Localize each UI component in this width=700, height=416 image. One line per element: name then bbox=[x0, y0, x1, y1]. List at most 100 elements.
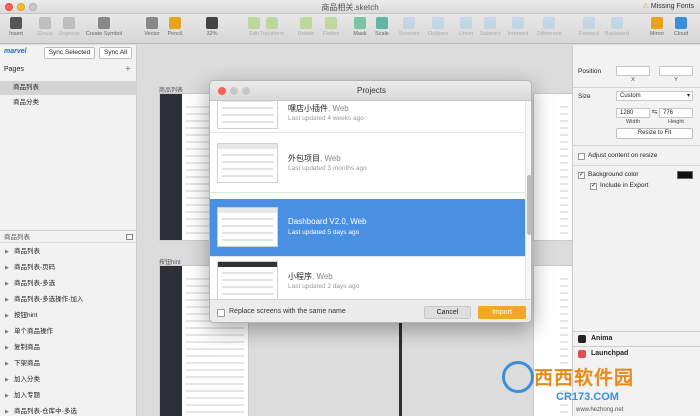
mirror-icon bbox=[651, 17, 663, 29]
toolbar-label: Scissors bbox=[398, 31, 420, 37]
artboard[interactable] bbox=[533, 93, 572, 241]
collapse-layers-icon[interactable] bbox=[126, 234, 133, 240]
disclosure-triangle-icon[interactable]: ▶ bbox=[5, 340, 9, 356]
layer-item[interactable]: ▶ 复制商品 bbox=[0, 340, 137, 356]
import-button[interactable]: Import bbox=[478, 306, 526, 319]
toolbar-subtract-button[interactable]: Subtract bbox=[476, 17, 504, 37]
toolbar-insert-button[interactable]: Insert bbox=[2, 17, 30, 37]
project-type: , Web bbox=[320, 154, 341, 163]
cancel-button[interactable]: Cancel bbox=[424, 306, 471, 319]
toolbar-outlines-button[interactable]: Outlines bbox=[424, 17, 452, 37]
project-thumbnail bbox=[217, 143, 278, 183]
thumbnail-header bbox=[218, 262, 277, 267]
projects-dialog: Projects 嘿店小插件, Web Last updated 4 weeks … bbox=[209, 80, 532, 323]
layer-item[interactable]: ▶ 加入专题 bbox=[0, 388, 137, 404]
plugin-anima-label: Anima bbox=[591, 335, 613, 342]
background-color-swatch[interactable] bbox=[677, 171, 693, 179]
artboard-content-row bbox=[560, 348, 568, 350]
y-position-field[interactable] bbox=[659, 66, 693, 76]
toolbar-difference-button[interactable]: Difference bbox=[535, 17, 563, 37]
link-icon[interactable]: ⇆ bbox=[651, 108, 658, 116]
layer-item[interactable]: ▶ 商品列表-多选 bbox=[0, 276, 137, 292]
disclosure-triangle-icon[interactable]: ▶ bbox=[5, 372, 9, 388]
replace-screens-checkbox[interactable] bbox=[217, 309, 225, 317]
disclosure-triangle-icon[interactable]: ▶ bbox=[5, 276, 9, 292]
project-row[interactable]: 嘿店小插件, Web Last updated 4 weeks ago bbox=[210, 101, 525, 133]
include-in-export-checkbox[interactable]: ✓ bbox=[590, 183, 597, 190]
toolbar-label: Flatten bbox=[322, 31, 340, 37]
toolbar-ungroup-button[interactable]: Ungroup bbox=[55, 17, 83, 37]
disclosure-triangle-icon[interactable]: ▶ bbox=[5, 244, 9, 260]
layer-label: 商品列表-多选操作-加入 bbox=[14, 296, 84, 303]
toolbar-pencil-button[interactable]: Pencil bbox=[161, 17, 189, 37]
toolbar-label: Difference bbox=[536, 31, 562, 37]
layer-item[interactable]: ▶ 商品列表-仓库中-多选 bbox=[0, 404, 137, 416]
layer-label: 商品列表-多选 bbox=[14, 280, 56, 287]
toolbar-backward-button[interactable]: Backward bbox=[603, 17, 631, 37]
width-field[interactable]: 1280 bbox=[616, 108, 650, 118]
toolbar-scissors-button[interactable]: Scissors bbox=[395, 17, 423, 37]
disclosure-triangle-icon[interactable]: ▶ bbox=[5, 324, 9, 340]
scale-icon bbox=[376, 17, 388, 29]
toolbar-rotate-button[interactable]: Rotate bbox=[292, 17, 320, 37]
toolbar-intersect-button[interactable]: Intersect bbox=[504, 17, 532, 37]
toolbar-transform-button[interactable]: Transform bbox=[258, 17, 286, 37]
layer-item[interactable]: ▶ 商品列表 bbox=[0, 244, 137, 260]
sync-all-button[interactable]: Sync All bbox=[99, 47, 132, 59]
artboard-content-row bbox=[186, 348, 244, 350]
project-row[interactable]: 外包项目, Web Last updated 3 months ago bbox=[210, 135, 525, 193]
project-row[interactable]: 小程序, Web Last updated 2 days ago bbox=[210, 253, 525, 299]
dialog-close-button[interactable] bbox=[218, 87, 226, 95]
toolbar-scale-button[interactable]: Scale bbox=[368, 17, 396, 37]
layer-item[interactable]: ▶ 商品列表-多选操作-加入 bbox=[0, 292, 137, 308]
background-color-checkbox[interactable]: ✓ bbox=[578, 172, 585, 179]
layer-item[interactable]: ▶ 按钮hint bbox=[0, 308, 137, 324]
dialog-zoom-button[interactable] bbox=[242, 87, 250, 95]
thumbnail-line bbox=[222, 239, 273, 241]
artboard-content-row bbox=[560, 278, 568, 280]
size-preset-select[interactable]: Custom ▾ bbox=[616, 91, 693, 101]
disclosure-triangle-icon[interactable]: ▶ bbox=[5, 388, 9, 404]
sync-selected-button[interactable]: Sync Selected bbox=[44, 47, 95, 59]
adjust-content-checkbox[interactable] bbox=[578, 153, 585, 160]
add-page-icon[interactable]: + bbox=[125, 64, 131, 75]
project-row[interactable]: Dashboard V2.0, Web Last updated 5 days a… bbox=[210, 199, 525, 257]
layer-item[interactable]: ▶ 商品列表-页码 bbox=[0, 260, 137, 276]
page-item[interactable]: 商品分类 bbox=[0, 96, 137, 110]
artboard-content-row bbox=[560, 113, 568, 115]
resize-to-fit-button[interactable]: Resize to Fit bbox=[616, 128, 693, 139]
watermark-title: 西西软件园 bbox=[534, 368, 635, 389]
artboard-content-row bbox=[560, 120, 568, 122]
toolbar-cloud-button[interactable]: Cloud bbox=[667, 17, 695, 37]
toolbar-label: Backward bbox=[604, 31, 630, 37]
plugin-anima[interactable]: Anima bbox=[573, 331, 700, 345]
project-list-scrollbar[interactable] bbox=[525, 101, 531, 299]
layer-label: 复制商品 bbox=[14, 344, 40, 351]
scrollbar-thumb[interactable] bbox=[527, 175, 531, 235]
chevron-down-icon: ▾ bbox=[686, 93, 690, 99]
layer-item[interactable]: ▶ 单个商品操作 bbox=[0, 324, 137, 340]
disclosure-triangle-icon[interactable]: ▶ bbox=[5, 356, 9, 372]
height-field[interactable]: 776 bbox=[659, 108, 693, 118]
toolbar-flatten-button[interactable]: Flatten bbox=[317, 17, 345, 37]
toolbar-zoom-button[interactable]: 32% bbox=[198, 17, 226, 37]
project-updated: Last updated 5 days ago bbox=[288, 229, 360, 236]
layer-item[interactable]: ▶ 加入分类 bbox=[0, 372, 137, 388]
page-item[interactable]: 商品列表 bbox=[0, 81, 137, 95]
missing-fonts-link[interactable]: ⚠ Missing Fonts bbox=[643, 2, 694, 10]
x-label: X bbox=[631, 77, 635, 83]
disclosure-triangle-icon[interactable]: ▶ bbox=[5, 260, 9, 276]
thumbnail-line bbox=[222, 293, 273, 295]
layer-item[interactable]: ▶ 下架商品 bbox=[0, 356, 137, 372]
disclosure-triangle-icon[interactable]: ▶ bbox=[5, 404, 9, 416]
disclosure-triangle-icon[interactable]: ▶ bbox=[5, 308, 9, 324]
window-title: 商品相关.sketch bbox=[321, 3, 379, 12]
project-name: Dashboard V2.0, Web bbox=[288, 217, 367, 226]
dialog-minimize-button[interactable] bbox=[230, 87, 238, 95]
disclosure-triangle-icon[interactable]: ▶ bbox=[5, 292, 9, 308]
artboard-content-row bbox=[560, 285, 568, 287]
toolbar-create-symbol-button[interactable]: Create Symbol bbox=[82, 17, 126, 37]
x-position-field[interactable] bbox=[616, 66, 650, 76]
thumbnail-header bbox=[218, 208, 277, 213]
toolbar-forward-button[interactable]: Forward bbox=[575, 17, 603, 37]
